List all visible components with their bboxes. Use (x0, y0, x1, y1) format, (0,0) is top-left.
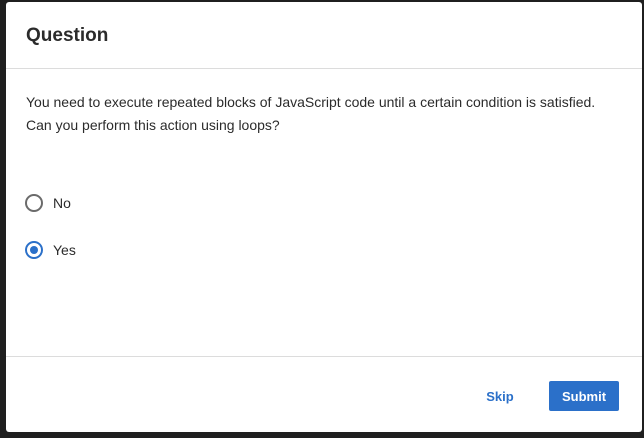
option-no-label: No (53, 195, 71, 211)
dialog-footer: Skip Submit (6, 356, 642, 432)
radio-yes[interactable] (25, 241, 43, 259)
question-text: You need to execute repeated blocks of J… (26, 94, 596, 133)
dialog-body: You need to execute repeated blocks of J… (6, 69, 642, 355)
dialog-header: Question (6, 2, 642, 69)
option-no[interactable]: No (25, 193, 71, 213)
skip-button[interactable]: Skip (474, 381, 526, 411)
dialog-title: Question (26, 25, 109, 46)
radio-no[interactable] (25, 194, 43, 212)
option-yes-label: Yes (53, 242, 76, 258)
submit-button[interactable]: Submit (549, 381, 619, 411)
option-yes[interactable]: Yes (25, 240, 76, 260)
question-dialog: Question You need to execute repeated bl… (6, 2, 642, 432)
